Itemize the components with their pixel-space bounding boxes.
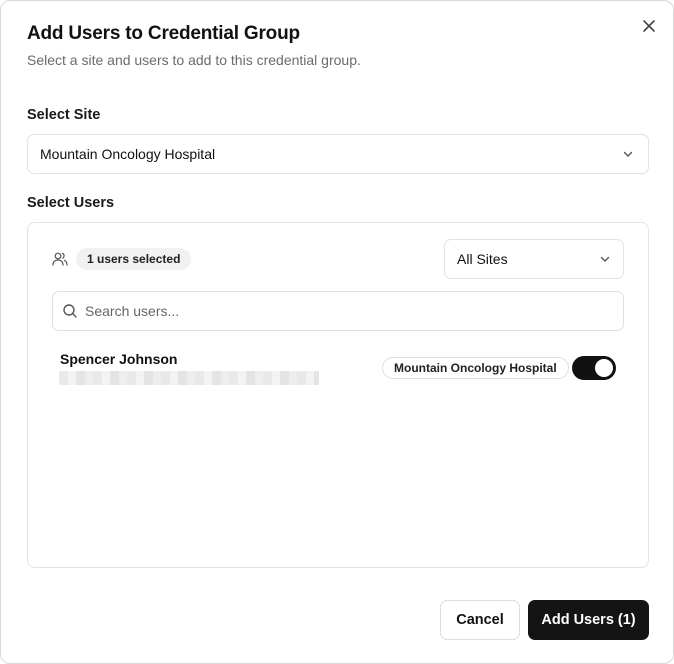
users-panel: 1 users selected All Sites Spencer Johns… [27,222,649,568]
site-filter-select[interactable]: All Sites [444,239,624,279]
users-icon [52,252,68,266]
search-icon [63,304,77,318]
cancel-button[interactable]: Cancel [440,600,520,640]
dialog-title: Add Users to Credential Group [27,23,300,44]
selected-count-badge: 1 users selected [76,248,192,270]
add-users-button[interactable]: Add Users (1) [528,600,649,640]
user-email-redacted [59,371,319,385]
chevron-down-icon [600,256,610,262]
user-select-toggle[interactable] [572,356,616,380]
site-select[interactable]: Mountain Oncology Hospital [27,134,649,174]
add-users-dialog: Add Users to Credential Group Select a s… [0,0,674,664]
select-site-label: Select Site [27,107,101,123]
user-search-input[interactable] [85,292,615,330]
user-name: Spencer Johnson [60,351,178,367]
user-row[interactable]: Spencer Johnson Mountain Oncology Hospit… [52,343,624,391]
select-users-label: Select Users [27,195,115,211]
x-icon [643,20,655,32]
close-button[interactable] [639,16,659,36]
site-select-value: Mountain Oncology Hospital [40,146,216,162]
user-site-badge: Mountain Oncology Hospital [382,357,569,379]
site-filter-value: All Sites [457,251,508,267]
chevron-down-icon [623,151,633,157]
user-search-field [52,291,624,331]
dialog-subtitle: Select a site and users to add to this c… [27,52,361,68]
toggle-knob [595,359,613,377]
